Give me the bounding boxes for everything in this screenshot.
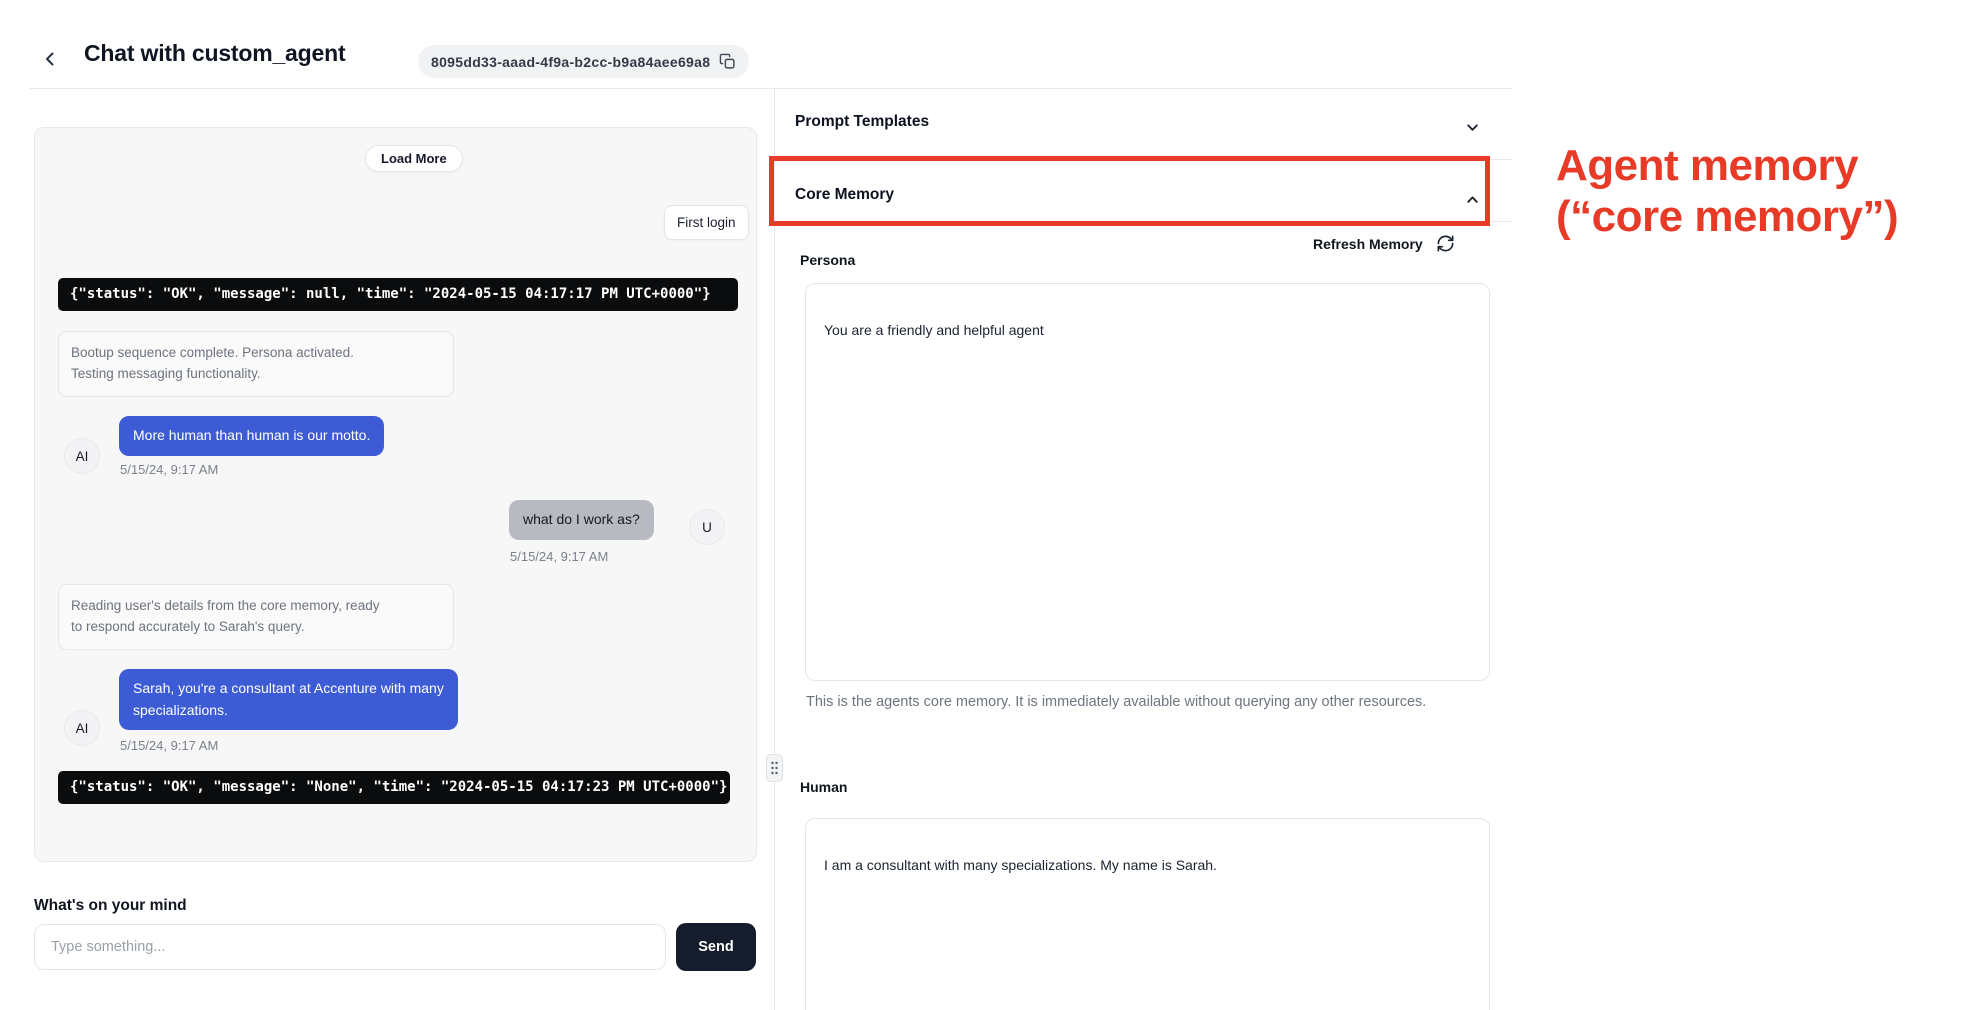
message-input[interactable] [34, 924, 666, 970]
refresh-memory-button[interactable]: Refresh Memory [1313, 234, 1455, 253]
chevron-down-icon[interactable] [1464, 119, 1481, 136]
ai-message-bubble: More human than human is our motto. [119, 416, 384, 456]
annotation-line-2: (“core memory”) [1556, 191, 1898, 242]
copy-icon[interactable] [719, 53, 736, 70]
app-root: Chat with custom_agent 8095dd33-aaad-4f9… [0, 0, 1986, 1010]
annotation-text: Agent memory (“core memory”) [1556, 140, 1898, 242]
persona-textarea[interactable]: You are a friendly and helpful agent [805, 283, 1490, 681]
panel-resize-handle[interactable] [766, 754, 783, 782]
system-message: Reading user's details from the core mem… [58, 584, 454, 650]
message-timestamp: 5/15/24, 9:17 AM [510, 549, 608, 564]
grip-dots-icon [770, 760, 779, 776]
user-message-bubble: what do I work as? [509, 500, 654, 540]
persona-label: Persona [800, 252, 855, 268]
message-timestamp: 5/15/24, 9:17 AM [120, 462, 218, 477]
ai-avatar: AI [64, 438, 100, 474]
system-message: Bootup sequence complete. Persona activa… [58, 331, 454, 397]
agent-id-badge[interactable]: 8095dd33-aaad-4f9a-b2cc-b9a84aee69a8 [418, 45, 749, 78]
page-title: Chat with custom_agent [84, 40, 345, 67]
human-textarea[interactable]: I am a consultant with many specializati… [805, 818, 1490, 1010]
chevron-left-icon [40, 49, 60, 69]
annotation-line-1: Agent memory [1556, 140, 1898, 191]
chat-message-panel: Load More First login {"status": "OK", "… [34, 127, 757, 862]
section-divider [775, 221, 1513, 222]
core-memory-description: This is the agents core memory. It is im… [806, 691, 1436, 714]
status-json-message: {"status": "OK", "message": null, "time"… [58, 278, 738, 311]
human-label: Human [800, 779, 847, 795]
send-button[interactable]: Send [676, 923, 756, 971]
refresh-icon [1436, 234, 1455, 253]
back-button[interactable] [36, 44, 64, 74]
chevron-up-icon[interactable] [1464, 191, 1481, 208]
prompt-templates-label: Prompt Templates [795, 113, 929, 131]
status-json-message: {"status": "OK", "message": "None", "tim… [58, 771, 730, 804]
core-memory-label: Core Memory [795, 186, 894, 204]
load-more-button[interactable]: Load More [365, 145, 463, 172]
ai-message-bubble: Sarah, you're a consultant at Accenture … [119, 669, 458, 730]
agent-id-value: 8095dd33-aaad-4f9a-b2cc-b9a84aee69a8 [431, 54, 710, 70]
refresh-memory-label: Refresh Memory [1313, 236, 1423, 252]
composer-heading: What's on your mind [34, 897, 187, 915]
message-timestamp: 5/15/24, 9:17 AM [120, 738, 218, 753]
user-avatar: U [689, 509, 725, 545]
first-login-badge: First login [664, 205, 749, 240]
panel-divider [774, 89, 775, 1010]
ai-avatar: AI [64, 710, 100, 746]
